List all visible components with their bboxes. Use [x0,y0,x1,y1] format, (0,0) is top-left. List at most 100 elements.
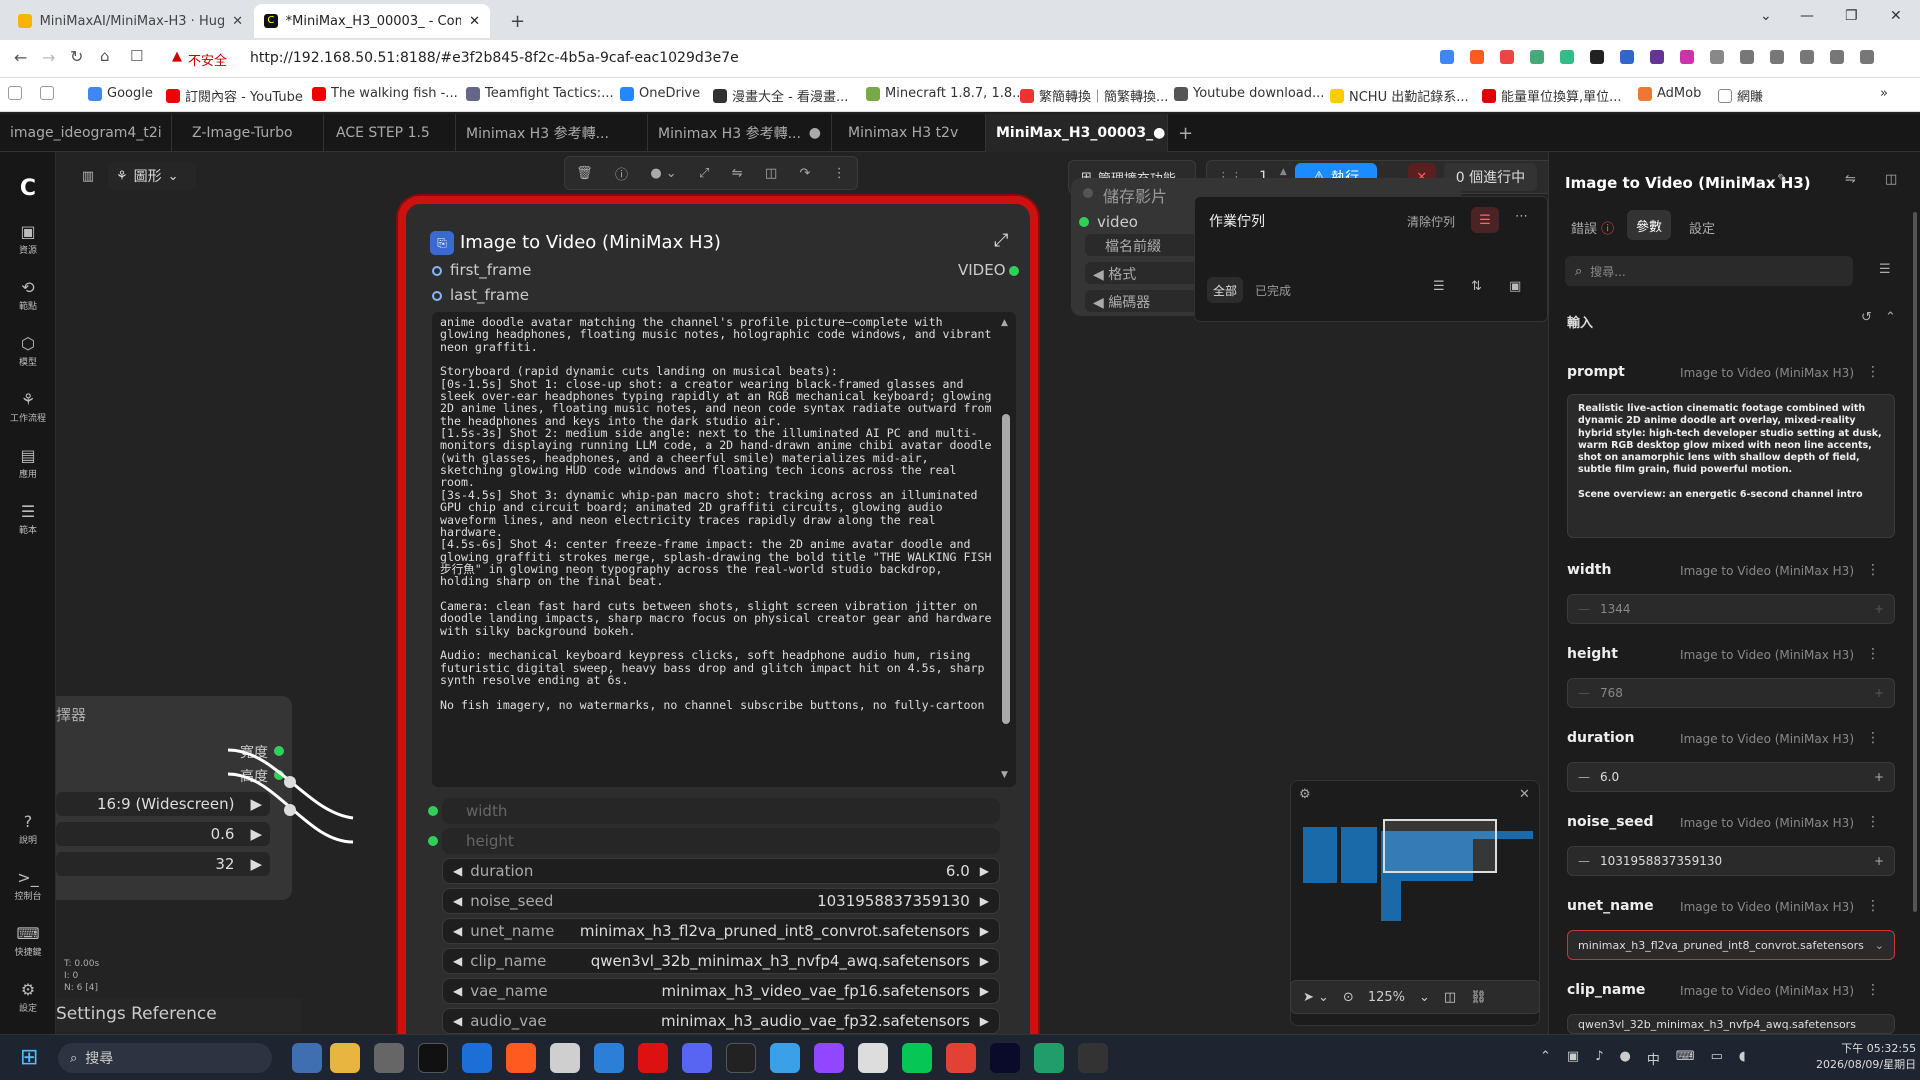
close-window-button[interactable]: ✕ [1890,8,1902,24]
sidebar-item-templates[interactable]: ☰ 範本 [0,502,56,536]
pointer-icon[interactable]: ➤ ⌄ [1303,990,1329,1005]
back-icon[interactable]: ← [14,48,27,67]
bookmark-item[interactable]: The walking fish -... [312,86,458,101]
app-icon[interactable] [418,1043,448,1073]
translate-icon[interactable] [1440,50,1454,64]
tab-list-icon[interactable]: ⌄ [1760,8,1772,24]
input-slot-dot[interactable] [428,806,438,816]
app-icon[interactable] [550,1043,580,1073]
chevron-down-icon[interactable]: ⌄ [1419,990,1430,1005]
chevron-up-icon[interactable]: ⌃ [1885,310,1896,325]
sidebar-item-settings[interactable]: ⚙ 設定 [0,980,56,1014]
close-icon[interactable]: ✕ [1519,787,1530,802]
line-icon[interactable] [902,1043,932,1073]
workflow-tab[interactable]: image_ideogram4_t2i [0,114,172,152]
bookmark-icon[interactable]: ☐ [130,47,143,65]
comfy-app-icon[interactable] [1078,1043,1108,1073]
bookmark-item[interactable]: NCHU 出勤記錄系... [1330,86,1469,105]
extension-icon[interactable] [1530,50,1544,64]
forward-icon[interactable]: → [42,48,55,67]
bookmark-item[interactable]: AdMob [1638,86,1701,101]
link-visibility-icon[interactable]: ⛓ [1470,990,1487,1005]
sidebar-item-console[interactable]: >_ 控制台 [0,868,56,902]
new-tab-button[interactable]: + [500,4,535,38]
reset-icon[interactable]: ↺ [1861,310,1872,325]
sidebar-item-help[interactable]: ? 說明 [0,812,56,846]
app-icon[interactable] [990,1043,1020,1073]
close-icon[interactable]: ✕ [469,14,480,29]
app-icon[interactable] [638,1043,668,1073]
chrome-icon[interactable] [946,1043,976,1073]
prompt-textarea[interactable]: anime doodle avatar matching the channel… [432,312,1016,787]
browser-tab-huggingface[interactable]: MiniMaxAI/MiniMax-H3 · Hugging ✕ [8,4,253,38]
input-slot-dot[interactable] [432,291,442,301]
minimap-toggle-icon[interactable]: ◫ [1444,990,1456,1005]
duration-widget[interactable]: ◀ duration 6.0 ▶ [442,858,1000,884]
workflow-tab[interactable]: Z-Image-Turbo [182,114,324,152]
sidebar-item-apps[interactable]: ▤ 應用 [0,446,56,480]
extension-icon[interactable] [1590,50,1604,64]
zoom-level[interactable]: 125% [1368,990,1405,1005]
scrollbar[interactable] [1913,212,1917,912]
home-icon[interactable]: ⌂ [100,47,110,65]
app-icon[interactable] [594,1043,624,1073]
node-title[interactable]: Image to Video (MiniMax H3) [460,232,721,253]
chevron-up-icon[interactable]: ⌃ [1540,1049,1551,1068]
apps-icon[interactable] [40,86,54,100]
workflow-tab[interactable]: ACE STEP 1.5 [326,114,456,152]
more-icon[interactable]: ⋮ [1866,814,1880,830]
bookmark-folder-icon[interactable] [8,86,22,100]
extension-icon[interactable] [1560,50,1574,64]
brave-shield-icon[interactable] [1470,50,1484,64]
media-icon[interactable] [1740,50,1754,64]
edit-icon[interactable]: ✎ [1777,172,1788,187]
nvidia-icon[interactable]: ▣ [1567,1049,1579,1068]
close-icon[interactable]: ✕ [232,14,243,29]
sidebar-item-assets[interactable]: ▣ 資源 [0,222,56,256]
more-icon[interactable]: ⋮ [1866,730,1880,746]
bookmark-item[interactable]: 能量單位換算,單位... [1482,86,1622,105]
puzzle-icon[interactable] [1710,50,1724,64]
bookmark-item[interactable]: Youtube download... [1174,86,1324,101]
more-bookmarks-icon[interactable]: » [1880,86,1888,101]
tab-errors[interactable]: 錯誤 ⓘ [1571,218,1614,237]
start-icon[interactable]: ⊞ [20,1045,38,1070]
clip-name-select[interactable]: qwen3vl_32b_minimax_h3_nvfp4_awq.safeten… [1567,1014,1895,1034]
bookmark-item[interactable]: 漫畫大全 - 看漫畫... [713,86,848,105]
volume-icon[interactable]: ♪ [1595,1049,1603,1068]
fit-view-icon[interactable]: ⊙ [1343,990,1354,1005]
maximize-button[interactable]: ❐ [1845,8,1858,24]
wallet-icon[interactable] [1800,50,1814,64]
clock[interactable]: 下午 05:32:55 2026/08/09/星期日 [1816,1041,1916,1073]
more-icon[interactable]: ⋮ [1866,898,1880,914]
output-slot-dot[interactable] [1009,266,1019,276]
discord-icon[interactable] [682,1043,712,1073]
app-icon[interactable] [462,1043,492,1073]
terminal-icon[interactable] [726,1043,756,1073]
mic-icon[interactable]: ● [1620,1049,1631,1068]
menu-icon[interactable] [1860,50,1874,64]
app-icon[interactable] [814,1043,844,1073]
taskbar-search[interactable]: ⌕ 搜尋 [58,1043,272,1073]
extension-icon[interactable] [1650,50,1664,64]
workflow-tab[interactable]: Minimax H3 参考轉... ● [648,114,832,152]
bookmark-item[interactable]: Google [88,86,153,101]
more-icon[interactable]: ⋮ [1866,562,1880,578]
new-workflow-button[interactable]: + [1168,114,1203,152]
panel-toggle-icon[interactable]: ◫ [1885,172,1897,187]
sidebar-item-nodes[interactable]: ⟲ 範點 [0,278,56,312]
browser-tab-comfy[interactable]: C *MiniMax_H3_00003_ - Comfy ✕ [254,4,490,38]
brave-icon[interactable] [506,1043,536,1073]
keyboard-icon[interactable]: ⌨ [1676,1049,1695,1068]
file-explorer-icon[interactable] [330,1043,360,1073]
app-icon[interactable] [858,1043,888,1073]
ime-icon[interactable]: 中 [1647,1049,1660,1068]
app-icon[interactable] [770,1043,800,1073]
search-input[interactable]: ⌕ 搜尋... [1565,256,1853,286]
bookmark-item[interactable]: Teamfight Tactics:... [466,86,614,101]
audio-vae-widget[interactable]: ◀ audio_vae minimax_h3_audio_vae_fp32.safe… [442,1008,1000,1034]
image-to-video-node[interactable]: ⎘ Image to Video (MiniMax H3) ⤢ first_fr… [398,196,1038,1056]
sidebar-item-shortcuts[interactable]: ⌨ 快捷鍵 [0,924,56,958]
calculator-icon[interactable] [374,1043,404,1073]
minimap-viewport[interactable] [1383,819,1497,873]
